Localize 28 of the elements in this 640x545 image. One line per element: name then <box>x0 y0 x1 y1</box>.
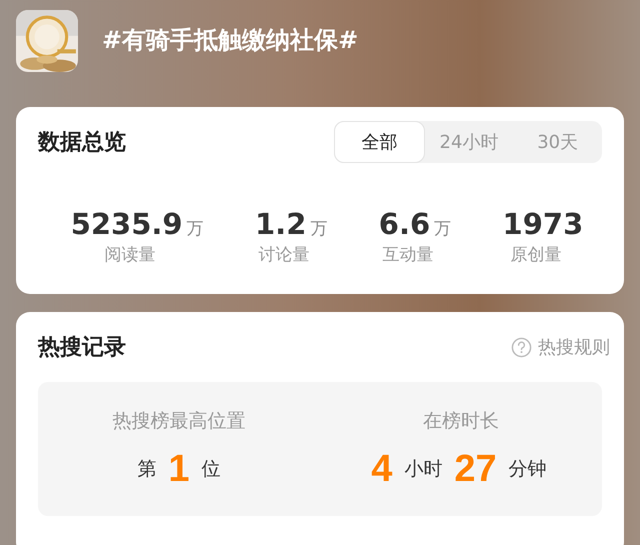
record-label: 热搜榜最高位置 <box>112 408 246 434</box>
stat-value: 6.6 <box>378 207 430 241</box>
rules-link[interactable]: 热搜规则 <box>538 335 610 359</box>
stat-value: 5235.9 <box>70 207 183 241</box>
stat-unit: 万 <box>434 218 452 240</box>
record-number: 4 <box>371 448 392 490</box>
record-number: 1 <box>168 448 190 490</box>
record-label: 在榜时长 <box>423 408 499 434</box>
stat-label: 原创量 <box>510 244 562 266</box>
section-title: 热搜记录 <box>38 334 126 362</box>
stat-unit: 万 <box>186 218 204 240</box>
stat-value: 1.2 <box>255 207 306 241</box>
stat-label: 阅读量 <box>104 244 156 266</box>
stat-value: 1973 <box>502 207 584 241</box>
record-unit: 小时 <box>404 457 442 482</box>
stat-label: 互动量 <box>382 244 434 266</box>
record-unit: 分钟 <box>508 457 547 482</box>
period-tab[interactable]: 30天 <box>513 121 602 163</box>
record-unit: 第 <box>137 457 156 482</box>
record-unit: 位 <box>202 457 221 482</box>
stat-unit: 万 <box>310 218 328 240</box>
period-tab[interactable]: 全部 <box>334 121 425 163</box>
topic-title: #有骑手抵触缴纳社保# <box>102 24 358 56</box>
period-tab[interactable]: 24小时 <box>424 121 514 163</box>
record-number: 27 <box>454 448 497 490</box>
help-icon[interactable] <box>511 336 532 358</box>
stat-label: 讨论量 <box>258 244 310 266</box>
section-title: 数据总览 <box>38 129 126 157</box>
